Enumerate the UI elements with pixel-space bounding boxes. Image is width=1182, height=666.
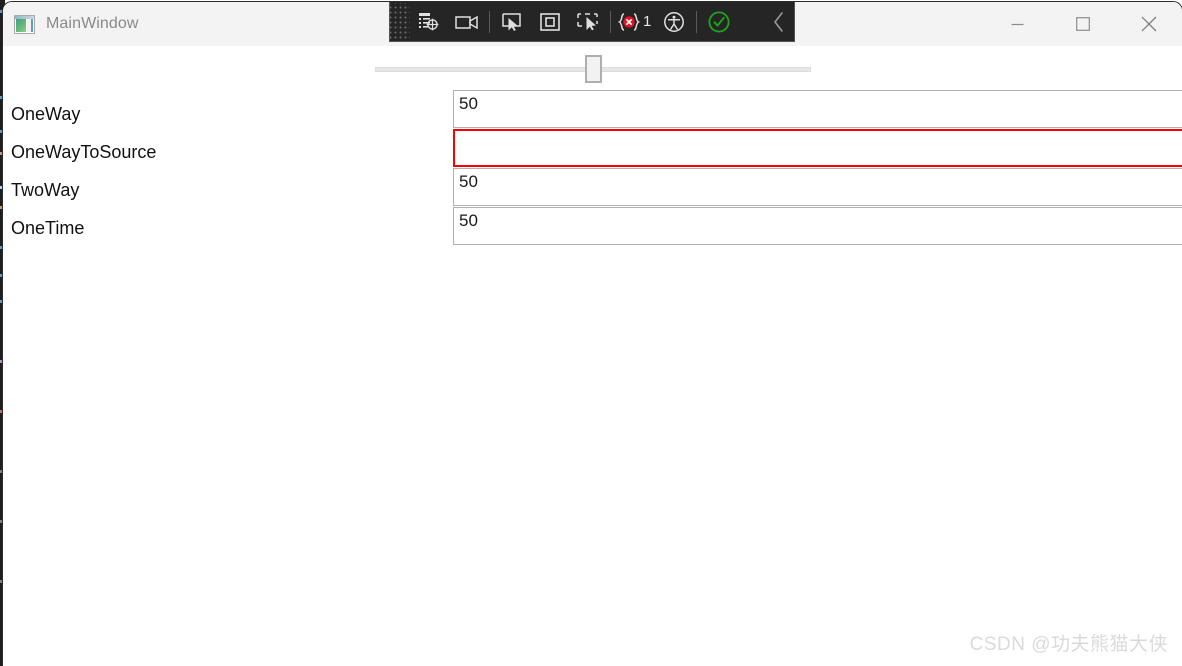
live-preview-camera-icon[interactable] — [448, 3, 486, 41]
screen: MainWindow 1 OneWay OneWayToSource TwoWa… — [0, 0, 1182, 666]
hot-reload-success-icon[interactable] — [700, 3, 738, 41]
binding-mode-labels: OneWay OneWayToSource TwoWay OneTime — [11, 95, 431, 247]
window-icon — [14, 14, 35, 34]
textbox-one-way[interactable]: 50 — [453, 90, 1182, 128]
binding-failure-count: 1 — [643, 13, 652, 30]
close-button[interactable] — [1116, 2, 1182, 46]
binding-value-fields: 50 50 50 — [453, 90, 1182, 246]
display-layout-adorner-icon[interactable] — [531, 3, 569, 41]
label-one-way-to-source: OneWayToSource — [11, 141, 157, 162]
maximize-button[interactable] — [1050, 2, 1116, 46]
accessibility-icon[interactable] — [655, 3, 693, 41]
textbox-one-time[interactable]: 50 — [453, 207, 1182, 245]
xaml-binding-failure-icon — [617, 12, 641, 31]
minimize-button[interactable] — [984, 2, 1050, 46]
select-element-icon[interactable] — [493, 3, 531, 41]
client-area: OneWay OneWayToSource TwoWay OneTime 50 … — [3, 46, 1182, 666]
toolbar-separator — [696, 10, 698, 33]
value-slider[interactable] — [375, 55, 811, 83]
label-one-time: OneTime — [11, 217, 85, 238]
watermark: CSDN @功夫熊猫大侠 — [969, 634, 1168, 655]
live-visual-tree-toolbar[interactable]: 1 — [389, 2, 795, 42]
main-window: MainWindow 1 OneWay OneWayToSource TwoWa… — [3, 2, 1182, 666]
textbox-one-way-to-source[interactable] — [453, 129, 1182, 167]
caption-buttons — [984, 2, 1182, 46]
toolbar-drag-grip[interactable] — [390, 2, 410, 41]
label-one-way: OneWay — [11, 103, 81, 124]
chevron-left-icon[interactable] — [764, 3, 794, 41]
toolbar-separator — [489, 10, 490, 33]
slider-thumb[interactable] — [585, 55, 602, 83]
window-title: MainWindow — [46, 15, 139, 32]
xaml-binding-failure-badge[interactable]: 1 — [614, 12, 655, 32]
label-two-way: TwoWay — [11, 179, 80, 200]
track-focused-element-icon[interactable] — [569, 3, 607, 41]
toolbar-separator — [610, 10, 611, 33]
textbox-two-way[interactable]: 50 — [453, 168, 1182, 206]
title-bar[interactable]: MainWindow 1 — [3, 2, 1182, 46]
title-bar-left: MainWindow — [14, 2, 139, 46]
go-to-live-visual-tree-icon[interactable] — [410, 3, 448, 41]
